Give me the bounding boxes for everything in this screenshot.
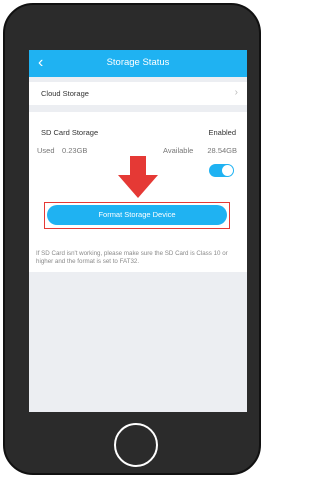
available-value: 28.54GB [207,146,237,155]
down-arrow-annotation-icon [118,156,158,198]
sd-card-toggle[interactable] [209,164,234,177]
cloud-storage-row[interactable]: Cloud Storage › [29,82,247,105]
sd-card-note: If SD Card isn't working, please make su… [36,250,228,265]
sd-card-label: SD Card Storage [41,128,99,137]
used-value: 0.23GB [62,146,88,155]
page-title: Storage Status [106,57,170,68]
used-label: Used [37,146,55,155]
screen: ‹ Storage Status Cloud Storage › SD Card… [29,50,247,412]
available-label: Available [163,146,194,155]
sd-card-panel: SD Card Storage Enabled Used 0.23GB Avai… [29,112,247,272]
toggle-knob [222,165,233,176]
cloud-storage-label: Cloud Storage [41,89,89,98]
sd-card-status: Enabled [208,128,236,137]
home-button[interactable] [114,423,158,467]
app-header: ‹ Storage Status [29,50,247,77]
format-storage-button[interactable]: Format Storage Device [47,205,227,225]
chevron-right-icon: › [234,87,238,98]
phone-frame: ‹ Storage Status Cloud Storage › SD Card… [3,3,261,475]
